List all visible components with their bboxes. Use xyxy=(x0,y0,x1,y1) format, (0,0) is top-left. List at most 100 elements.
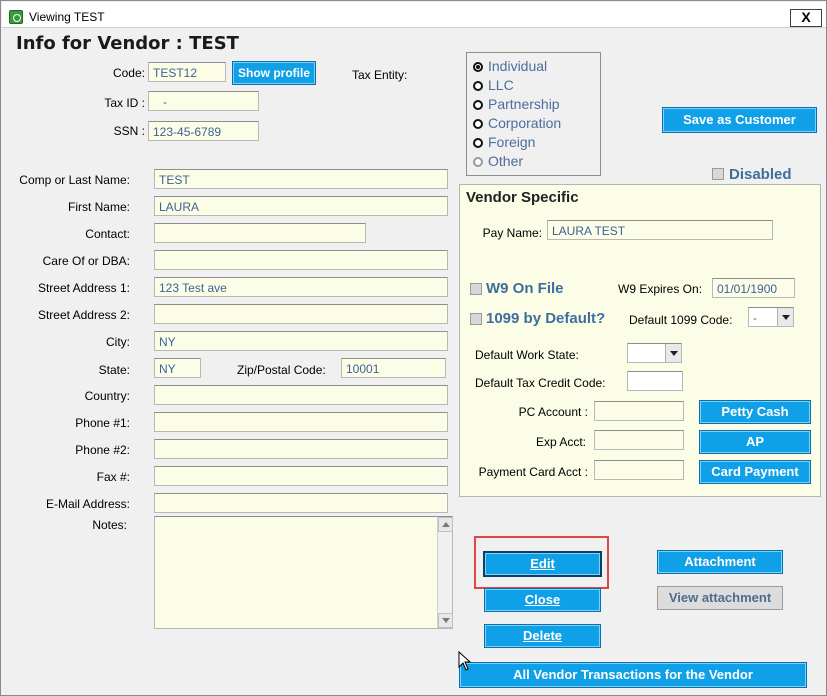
radio-foreign-label: Foreign xyxy=(488,134,536,150)
default-1099-code-label: Default 1099 Code: xyxy=(629,313,733,327)
chevron-down-icon[interactable] xyxy=(777,308,793,326)
vendor-specific-panel: Vendor Specific Pay Name: LAURA TEST W9 … xyxy=(459,184,821,497)
mouse-cursor-icon xyxy=(458,651,472,671)
scroll-down-icon[interactable] xyxy=(438,613,453,628)
work-state-select[interactable] xyxy=(627,343,682,363)
country-field[interactable] xyxy=(154,385,448,405)
default-1099-checkbox[interactable] xyxy=(470,313,482,325)
city-label: City: xyxy=(106,335,130,349)
care-of-field[interactable] xyxy=(154,250,448,270)
pay-name-label: Pay Name: xyxy=(482,226,542,240)
app-icon xyxy=(9,10,23,24)
tax-credit-label: Default Tax Credit Code: xyxy=(475,376,606,390)
code-field[interactable]: TEST12 xyxy=(148,62,226,82)
w9-checkbox[interactable] xyxy=(470,283,482,295)
radio-partnership-label: Partnership xyxy=(488,96,560,112)
notes-label: Notes: xyxy=(92,518,127,532)
radio-other-label: Other xyxy=(488,153,524,169)
tax-credit-field[interactable] xyxy=(627,371,683,391)
default-1099-code-select[interactable]: - xyxy=(748,307,794,327)
pc-account-label: PC Account : xyxy=(518,405,588,419)
w9-expires-label: W9 Expires On: xyxy=(618,282,703,296)
phone1-label: Phone #1: xyxy=(75,416,130,430)
radio-icon xyxy=(473,100,483,110)
ap-button[interactable]: AP xyxy=(699,430,811,454)
phone2-field[interactable] xyxy=(154,439,448,459)
work-state-label: Default Work State: xyxy=(475,348,579,362)
first-name-field[interactable]: LAURA xyxy=(154,196,448,216)
tax-id-label: Tax ID : xyxy=(104,96,145,110)
window-title: Viewing TEST xyxy=(29,10,105,24)
edit-button[interactable]: Edit xyxy=(484,552,601,576)
country-label: Country: xyxy=(84,389,130,403)
ssn-field[interactable]: 123-45-6789 xyxy=(148,121,259,141)
code-label: Code: xyxy=(112,66,145,80)
email-label: E-Mail Address: xyxy=(45,497,130,511)
pc-account-field[interactable] xyxy=(594,401,684,421)
title-bar: Viewing TEST X xyxy=(2,2,826,28)
close-button-label: Close xyxy=(524,592,561,607)
radio-selected-icon xyxy=(473,62,483,72)
delete-button-label: Delete xyxy=(522,628,563,643)
close-window-button[interactable]: X xyxy=(790,9,822,27)
notes-scrollbar[interactable] xyxy=(437,517,453,628)
pay-name-field[interactable]: LAURA TEST xyxy=(547,220,773,240)
exp-acct-field[interactable] xyxy=(594,430,684,450)
petty-cash-button[interactable]: Petty Cash xyxy=(699,400,811,424)
street2-field[interactable] xyxy=(154,304,448,324)
disabled-checkbox[interactable] xyxy=(712,168,724,180)
save-as-customer-button[interactable]: Save as Customer xyxy=(662,107,817,133)
show-profile-button[interactable]: Show profile xyxy=(232,61,316,85)
radio-corporation-label: Corporation xyxy=(488,115,562,131)
fax-field[interactable] xyxy=(154,466,448,486)
state-field[interactable]: NY xyxy=(154,358,201,378)
comp-last-name-field[interactable]: TEST xyxy=(154,169,448,189)
zip-field[interactable]: 10001 xyxy=(341,358,446,378)
street1-label: Street Address 1: xyxy=(37,281,130,295)
w9-label: W9 On File xyxy=(486,280,564,297)
close-button[interactable]: Close xyxy=(484,588,601,612)
street1-field[interactable]: 123 Test ave xyxy=(154,277,448,297)
exp-acct-label: Exp Acct: xyxy=(535,435,586,449)
radio-individual-label: Individual xyxy=(488,58,548,74)
vendor-window: Viewing TEST X Info for Vendor : TEST Co… xyxy=(0,0,827,696)
phone1-field[interactable] xyxy=(154,412,448,432)
phone2-label: Phone #2: xyxy=(75,443,130,457)
radio-icon xyxy=(473,157,483,167)
radio-llc-label: LLC xyxy=(488,77,514,93)
default-1099-label: 1099 by Default? xyxy=(486,310,606,327)
radio-icon xyxy=(473,119,483,129)
street2-label: Street Address 2: xyxy=(37,308,130,322)
tax-entity-group: Individual LLC Partnership Corporation F… xyxy=(466,52,601,176)
state-label: State: xyxy=(98,363,130,377)
fax-label: Fax #: xyxy=(96,470,130,484)
contact-label: Contact: xyxy=(85,227,130,241)
ssn-label: SSN : xyxy=(113,124,145,138)
payment-card-label: Payment Card Acct : xyxy=(478,465,588,479)
comp-last-name-label: Comp or Last Name: xyxy=(19,173,130,187)
vendor-specific-title: Vendor Specific xyxy=(466,189,579,206)
contact-field[interactable] xyxy=(154,223,366,243)
attachment-button[interactable]: Attachment xyxy=(657,550,783,574)
w9-expires-field[interactable]: 01/01/1900 xyxy=(712,278,795,298)
radio-icon xyxy=(473,138,483,148)
chevron-down-icon[interactable] xyxy=(665,344,681,362)
scroll-up-icon[interactable] xyxy=(438,517,453,532)
email-field[interactable] xyxy=(154,493,448,513)
notes-textarea[interactable] xyxy=(154,516,453,629)
care-of-label: Care Of or DBA: xyxy=(42,254,130,268)
view-attachment-button[interactable]: View attachment xyxy=(657,586,783,610)
page-title: Info for Vendor : TEST xyxy=(16,33,239,54)
disabled-label: Disabled xyxy=(729,166,792,183)
payment-card-field[interactable] xyxy=(594,460,684,480)
first-name-label: First Name: xyxy=(67,200,130,214)
tax-id-field[interactable]: - xyxy=(148,91,259,111)
city-field[interactable]: NY xyxy=(154,331,448,351)
card-payment-button[interactable]: Card Payment xyxy=(699,460,811,484)
default-1099-code-value: - xyxy=(753,311,757,325)
tax-entity-label: Tax Entity: xyxy=(352,68,408,82)
delete-button[interactable]: Delete xyxy=(484,624,601,648)
edit-button-label: Edit xyxy=(530,556,555,571)
all-vendor-transactions-button[interactable]: All Vendor Transactions for the Vendor xyxy=(459,662,807,688)
radio-icon xyxy=(473,81,483,91)
